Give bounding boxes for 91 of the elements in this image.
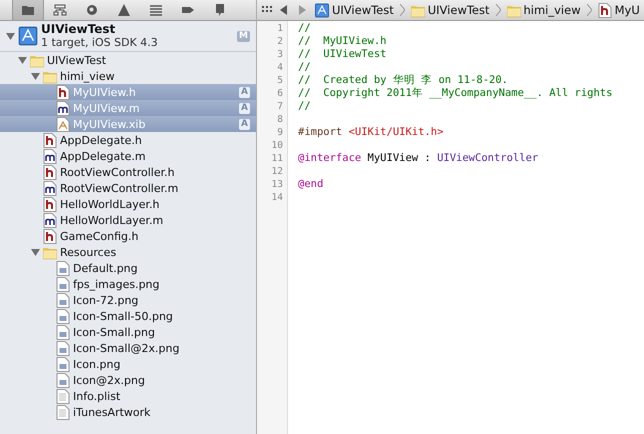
line-number: 6 xyxy=(276,87,284,100)
image-file-icon xyxy=(56,356,70,372)
breadcrumb-item[interactable]: UIViewTest xyxy=(408,2,492,18)
status-badge: A xyxy=(239,102,250,114)
chevron-icon xyxy=(496,4,500,16)
speech-bubble-icon xyxy=(213,3,227,17)
project-icon xyxy=(18,26,38,46)
project-icon xyxy=(315,2,329,18)
status-badge: M xyxy=(237,30,250,42)
chevron-icon xyxy=(400,4,405,16)
code-line: // Created by 华明 李 on 11-8-20. xyxy=(298,74,508,86)
document-icon xyxy=(56,388,70,404)
file-row[interactable]: iTunesArtwork xyxy=(0,404,256,420)
image-file-icon xyxy=(56,276,70,292)
project-subtitle: 1 target, iOS SDK 4.3 xyxy=(41,36,159,49)
status-badge: A xyxy=(239,118,250,130)
code-line: @end xyxy=(298,178,324,190)
navigator-tab[interactable] xyxy=(12,0,44,20)
file-row[interactable]: AppDelegate.m xyxy=(0,148,256,164)
hierarchy-icon xyxy=(53,3,67,17)
code-line: // xyxy=(298,61,311,73)
line-number: 3 xyxy=(276,48,284,61)
warning-icon xyxy=(117,3,131,17)
breadcrumb-item[interactable]: UIViewTest xyxy=(313,2,396,18)
file-row[interactable]: Icon-Small.png xyxy=(0,324,256,340)
folder-row[interactable]: UIViewTest xyxy=(0,52,256,68)
chevron-icon xyxy=(586,4,592,16)
file-row[interactable]: HelloWorldLayer.h xyxy=(0,196,256,212)
image-file-icon xyxy=(56,260,70,276)
folder-row[interactable]: Resources xyxy=(0,244,256,260)
header-file-icon xyxy=(43,164,57,180)
image-file-icon xyxy=(56,340,70,356)
line-number: 5 xyxy=(276,74,284,87)
line-number: 11 xyxy=(270,152,284,165)
file-row[interactable]: Icon@2x.png xyxy=(0,372,256,388)
code-line: @interface MyUIView : UIViewController xyxy=(298,152,538,164)
header-file-icon xyxy=(56,84,70,100)
line-number: 10 xyxy=(270,139,284,152)
search-icon xyxy=(85,3,99,17)
file-row[interactable]: Icon-Small-50.png xyxy=(0,308,256,324)
file-row[interactable]: HelloWorldLayer.m xyxy=(0,212,256,228)
line-number: 9 xyxy=(276,126,284,139)
file-row[interactable]: Info.plist xyxy=(0,388,256,404)
source-file-icon xyxy=(43,212,57,228)
file-row[interactable]: RootViewController.m xyxy=(0,180,256,196)
file-row[interactable]: fps_images.png xyxy=(0,276,256,292)
document-icon xyxy=(56,404,70,420)
line-number: 7 xyxy=(276,100,284,113)
code-line: // UIViewTest xyxy=(298,48,387,60)
file-row[interactable]: RootViewController.h xyxy=(0,164,256,180)
interface-file-icon xyxy=(56,116,70,132)
disclosure-triangle-icon[interactable] xyxy=(31,248,40,256)
list-icon xyxy=(149,3,163,17)
image-file-icon xyxy=(56,292,70,308)
header-file-icon xyxy=(43,228,57,244)
project-row[interactable]: UIViewTest 1 target, iOS SDK 4.3 M xyxy=(0,21,256,52)
line-number: 12 xyxy=(270,165,284,178)
file-row[interactable]: Icon-72.png xyxy=(0,292,256,308)
code-line: // MyUIView.h xyxy=(298,35,387,47)
line-number: 8 xyxy=(276,113,284,126)
source-file-icon xyxy=(43,148,57,164)
file-row[interactable]: Default.png xyxy=(0,260,256,276)
line-number: 4 xyxy=(276,61,284,74)
code-line: // xyxy=(298,100,311,112)
file-row[interactable]: Icon.png xyxy=(0,356,256,372)
status-badge: A xyxy=(239,86,250,98)
file-row[interactable]: AppDelegate.h xyxy=(0,132,256,148)
line-number: 1 xyxy=(276,22,284,35)
code-line: #import <UIKit/UIKit.h> xyxy=(298,126,444,138)
breadcrumb-item[interactable]: MyU xyxy=(596,2,642,18)
image-file-icon xyxy=(56,324,70,340)
line-number: 13 xyxy=(270,178,284,191)
image-file-icon xyxy=(56,308,70,324)
folder-icon xyxy=(21,3,35,17)
header-file-icon xyxy=(43,132,57,148)
line-number: 2 xyxy=(276,35,284,48)
line-number: 14 xyxy=(270,191,284,204)
grid-icon[interactable] xyxy=(261,5,273,15)
breadcrumb-item[interactable]: himi_view xyxy=(504,2,583,18)
image-file-icon xyxy=(56,372,70,388)
file-row[interactable]: Icon-Small@2x.png xyxy=(0,340,256,356)
source-file-icon xyxy=(56,100,70,116)
disclosure-triangle-icon[interactable] xyxy=(6,32,15,40)
folder-row[interactable]: himi_view xyxy=(0,68,256,84)
code-line: // xyxy=(298,22,311,34)
project-name: UIViewTest xyxy=(41,23,116,36)
header-file-icon xyxy=(598,2,612,18)
file-row[interactable]: GameConfig.h xyxy=(0,228,256,244)
source-file-icon xyxy=(43,180,57,196)
code-line: // Copyright 2011年 __MyCompanyName__. All rights xyxy=(298,87,612,99)
header-file-icon xyxy=(43,196,57,212)
